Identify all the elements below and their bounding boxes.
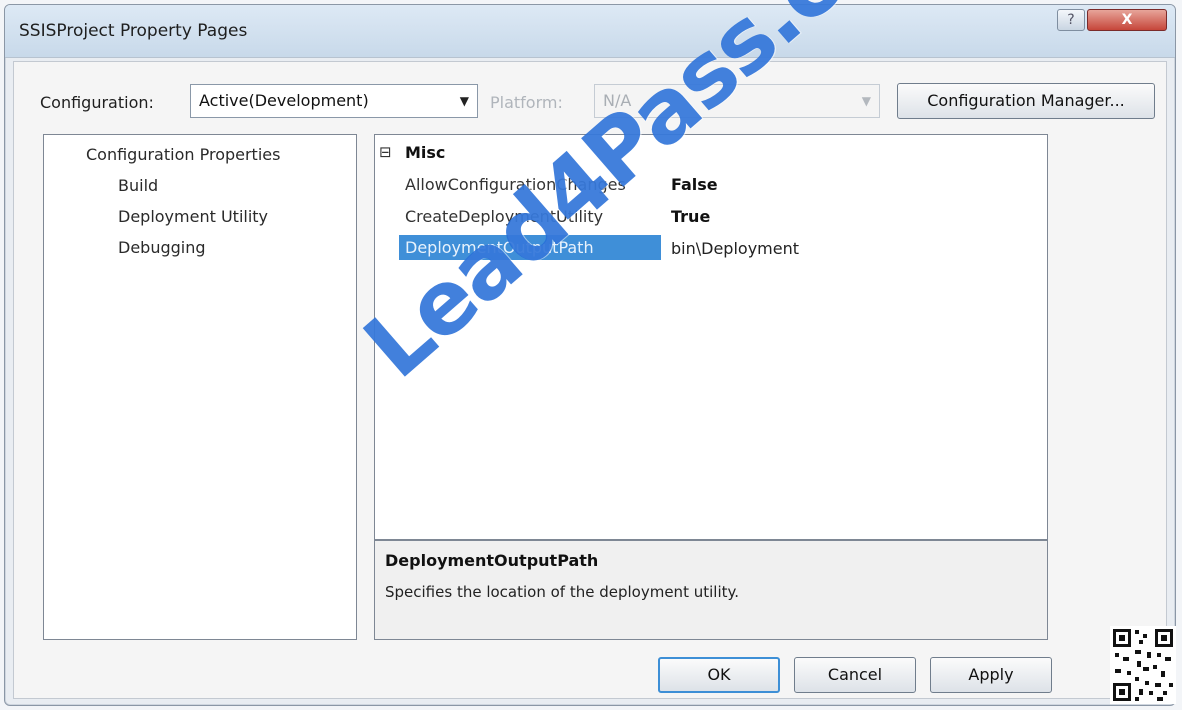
configuration-value: Active(Development)	[199, 91, 369, 110]
configuration-manager-button[interactable]: Configuration Manager...	[897, 83, 1155, 119]
apply-button[interactable]: Apply	[930, 657, 1052, 693]
prop-value-allow-configuration-changes[interactable]: False	[671, 175, 718, 194]
tree-item-deployment-utility[interactable]: Deployment Utility	[118, 207, 268, 226]
window-title: SSISProject Property Pages	[19, 21, 248, 41]
title-bar: SSISProject Property Pages ? X	[5, 5, 1175, 58]
close-icon: X	[1121, 12, 1133, 28]
tree-root-configuration-properties[interactable]: Configuration Properties	[86, 145, 280, 164]
cancel-button[interactable]: Cancel	[794, 657, 916, 693]
configuration-select[interactable]: Active(Development) ▼	[190, 84, 478, 118]
configuration-label: Configuration:	[40, 93, 154, 112]
help-icon: ?	[1067, 12, 1075, 28]
close-button[interactable]: X	[1087, 9, 1167, 31]
qr-code-icon	[1110, 626, 1176, 704]
category-misc: Misc	[405, 143, 446, 162]
platform-label: Platform:	[490, 93, 563, 112]
ok-button[interactable]: OK	[658, 657, 780, 693]
prop-value-deployment-output-path[interactable]: bin\Deployment	[671, 239, 799, 258]
description-text: Specifies the location of the deployment…	[385, 583, 739, 601]
collapse-toggle-icon[interactable]: ⊟	[379, 143, 392, 161]
chevron-down-icon: ▼	[459, 94, 469, 108]
prop-value-create-deployment-utility[interactable]: True	[671, 207, 710, 226]
chevron-down-icon: ▼	[861, 94, 871, 108]
help-button[interactable]: ?	[1057, 9, 1085, 31]
description-title: DeploymentOutputPath	[385, 551, 599, 570]
tree-item-build[interactable]: Build	[118, 176, 158, 195]
tree-item-debugging[interactable]: Debugging	[118, 238, 206, 257]
description-panel: DeploymentOutputPath Specifies the locat…	[374, 540, 1048, 640]
properties-tree: Configuration Properties Build Deploymen…	[43, 134, 357, 640]
